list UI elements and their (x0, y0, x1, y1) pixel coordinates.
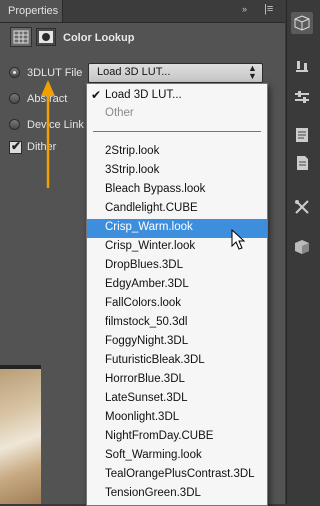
annotation-arrow-icon (41, 80, 55, 188)
radio-device-link[interactable] (9, 119, 20, 130)
menu-item-other: Other (87, 105, 267, 124)
radio-3dlut-file[interactable] (9, 67, 20, 78)
menu-item-label: Candlelight.CUBE (105, 202, 198, 214)
tools-icon[interactable] (291, 196, 313, 218)
lut-file-select[interactable]: Load 3D LUT... ▲ ▼ (88, 63, 263, 83)
menu-item-lut[interactable]: HorrorBlue.3DL (87, 371, 267, 390)
canvas-edge (0, 365, 41, 369)
notes-icon[interactable] (291, 124, 313, 146)
menu-item-lut[interactable]: 3Strip.look (87, 162, 267, 181)
lut-file-select-value: Load 3D LUT... (97, 66, 171, 78)
menu-item-label: 2Strip.look (105, 145, 160, 157)
tab-label: Properties (8, 5, 59, 17)
updown-arrow-icon: ▲ ▼ (248, 63, 257, 81)
menu-item-label: EdgyAmber.3DL (105, 278, 189, 290)
menu-item-lut[interactable]: Soft_Warming.look (87, 447, 267, 466)
menu-item-label: TealOrangePlusContrast.3DL (105, 468, 255, 480)
checkmark-icon: ✔ (11, 139, 22, 153)
brush-settings-icon[interactable] (291, 56, 313, 78)
menu-item-lut[interactable]: DropBlues.3DL (87, 257, 267, 276)
menu-item-label: NightFromDay.CUBE (105, 430, 214, 442)
panel-title: Color Lookup (63, 32, 135, 44)
radio-selected-dot (13, 71, 16, 74)
menu-item-lut[interactable]: FoggyNight.3DL (87, 333, 267, 352)
check-icon: ✔ (91, 88, 102, 102)
menu-item-label: FoggyNight.3DL (105, 335, 189, 347)
dither-checkbox[interactable]: ✔ (9, 139, 22, 154)
menu-item-label: FuturisticBleak.3DL (105, 354, 205, 366)
menu-item-label: 3Strip.look (105, 164, 160, 176)
menu-item-lut[interactable]: TensionGreen.3DL (87, 485, 267, 504)
menu-item-load-3d-lut[interactable]: ✔ Load 3D LUT... (87, 87, 267, 106)
lut-dropdown-menu: ✔ Load 3D LUT... Other 2Strip.look 3Strip… (86, 83, 268, 506)
canvas-image (0, 365, 41, 504)
menu-item-lut[interactable]: Bleach Bypass.look (87, 181, 267, 200)
collapse-panel-icon[interactable]: » (242, 4, 247, 14)
menu-item-lut[interactable]: FallColors.look (87, 295, 267, 314)
menu-item-label: LateSunset.3DL (105, 392, 188, 404)
menu-item-label: TensionGreen.3DL (105, 487, 201, 499)
tab-properties[interactable]: Properties (0, 0, 63, 22)
menu-item-label: filmstock_50.3dl (105, 316, 188, 328)
menu-item-label: Load 3D LUT... (105, 89, 182, 101)
adjustment-layer-icon[interactable] (10, 27, 32, 47)
menu-lines: ≡ (266, 3, 274, 15)
radio-abstract[interactable] (9, 93, 20, 104)
mouse-pointer-icon (231, 229, 246, 250)
menu-item-label: Moonlight.3DL (105, 411, 180, 423)
menu-item-lut[interactable]: filmstock_50.3dl (87, 314, 267, 333)
panel-tab-bar: Properties » |≡ (0, 0, 285, 23)
menu-item-lut[interactable]: Candlelight.CUBE (87, 200, 267, 219)
menu-item-label: Soft_Warming.look (105, 449, 202, 461)
document-icon[interactable] (291, 152, 313, 174)
mask-icon[interactable] (36, 28, 56, 46)
3d-cube-icon[interactable] (291, 12, 313, 34)
menu-item-label: Crisp_Winter.look (105, 240, 196, 252)
menu-item-lut[interactable]: 2Strip.look (87, 143, 267, 162)
menu-item-lut[interactable]: LateSunset.3DL (87, 390, 267, 409)
radio-label-3dlut-file: 3DLUT File (27, 67, 83, 79)
right-toolbar (286, 0, 318, 504)
menu-separator (93, 131, 261, 132)
cube-icon[interactable] (291, 236, 313, 258)
menu-item-lut[interactable]: NightFromDay.CUBE (87, 428, 267, 447)
menu-item-label: FallColors.look (105, 297, 182, 309)
menu-item-lut[interactable]: Moonlight.3DL (87, 409, 267, 428)
menu-item-lut[interactable]: TealOrangePlusContrast.3DL (87, 466, 267, 485)
panel-menu-icon[interactable]: |≡ (264, 3, 273, 15)
adjust-sliders-icon[interactable] (291, 86, 313, 108)
menu-item-lut[interactable]: EdgyAmber.3DL (87, 276, 267, 295)
menu-item-label: Crisp_Warm.look (105, 221, 193, 233)
menu-item-label: DropBlues.3DL (105, 259, 183, 271)
menu-item-lut[interactable]: FuturisticBleak.3DL (87, 352, 267, 371)
menu-item-label: Bleach Bypass.look (105, 183, 206, 195)
menu-item-label: Other (105, 107, 134, 119)
menu-item-label: HorrorBlue.3DL (105, 373, 185, 385)
